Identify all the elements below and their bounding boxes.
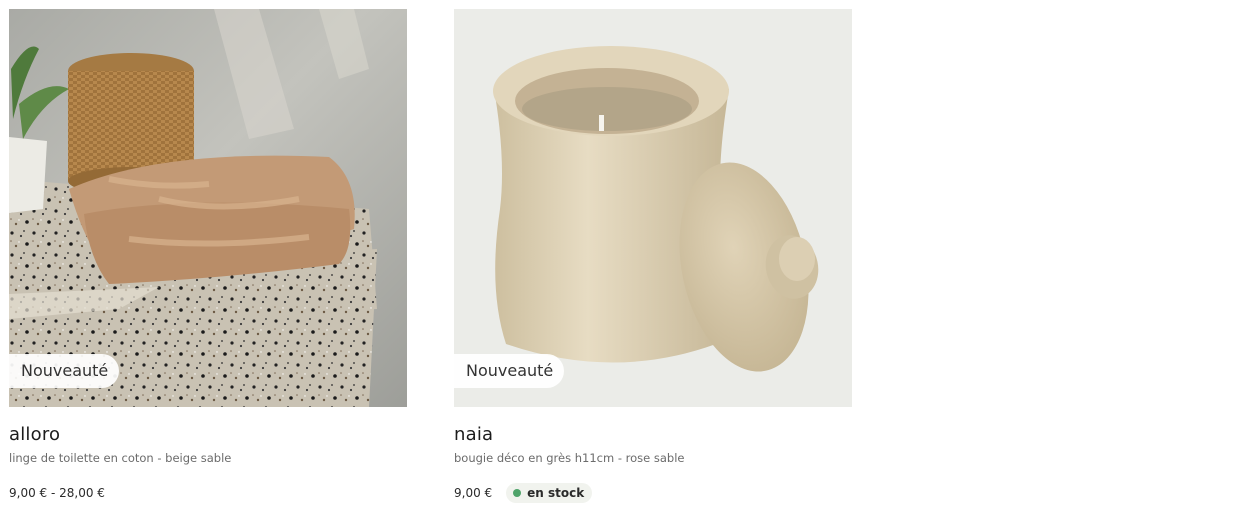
product-description: linge de toilette en coton - beige sable xyxy=(9,451,232,465)
ceramic-candle-photo xyxy=(454,9,852,407)
product-card-alloro[interactable]: Nouveauté alloro linge de toilette en co… xyxy=(9,9,407,503)
product-image[interactable]: Nouveauté xyxy=(454,9,852,407)
product-description: bougie déco en grès h11cm - rose sable xyxy=(454,451,685,465)
stock-badge: en stock xyxy=(506,483,593,503)
product-name[interactable]: alloro xyxy=(9,424,407,445)
new-badge: Nouveauté xyxy=(9,354,120,388)
stock-label: en stock xyxy=(527,486,585,500)
product-price: 9,00 € xyxy=(454,486,493,500)
product-meta: 9,00 € en stock xyxy=(454,483,852,503)
product-name[interactable]: naia xyxy=(454,424,852,445)
product-grid: Nouveauté alloro linge de toilette en co… xyxy=(0,0,1250,516)
product-price: 9,00 € - 28,00 € xyxy=(9,486,105,500)
product-image[interactable]: Nouveauté xyxy=(9,9,407,407)
product-meta: 9,00 € - 28,00 € xyxy=(9,483,407,503)
product-card-naia[interactable]: Nouveauté naia bougie déco en grès h11cm… xyxy=(454,9,852,503)
stock-status-dot-icon xyxy=(513,489,522,497)
towel-and-basket-photo xyxy=(9,9,407,407)
new-badge: Nouveauté xyxy=(454,354,565,388)
